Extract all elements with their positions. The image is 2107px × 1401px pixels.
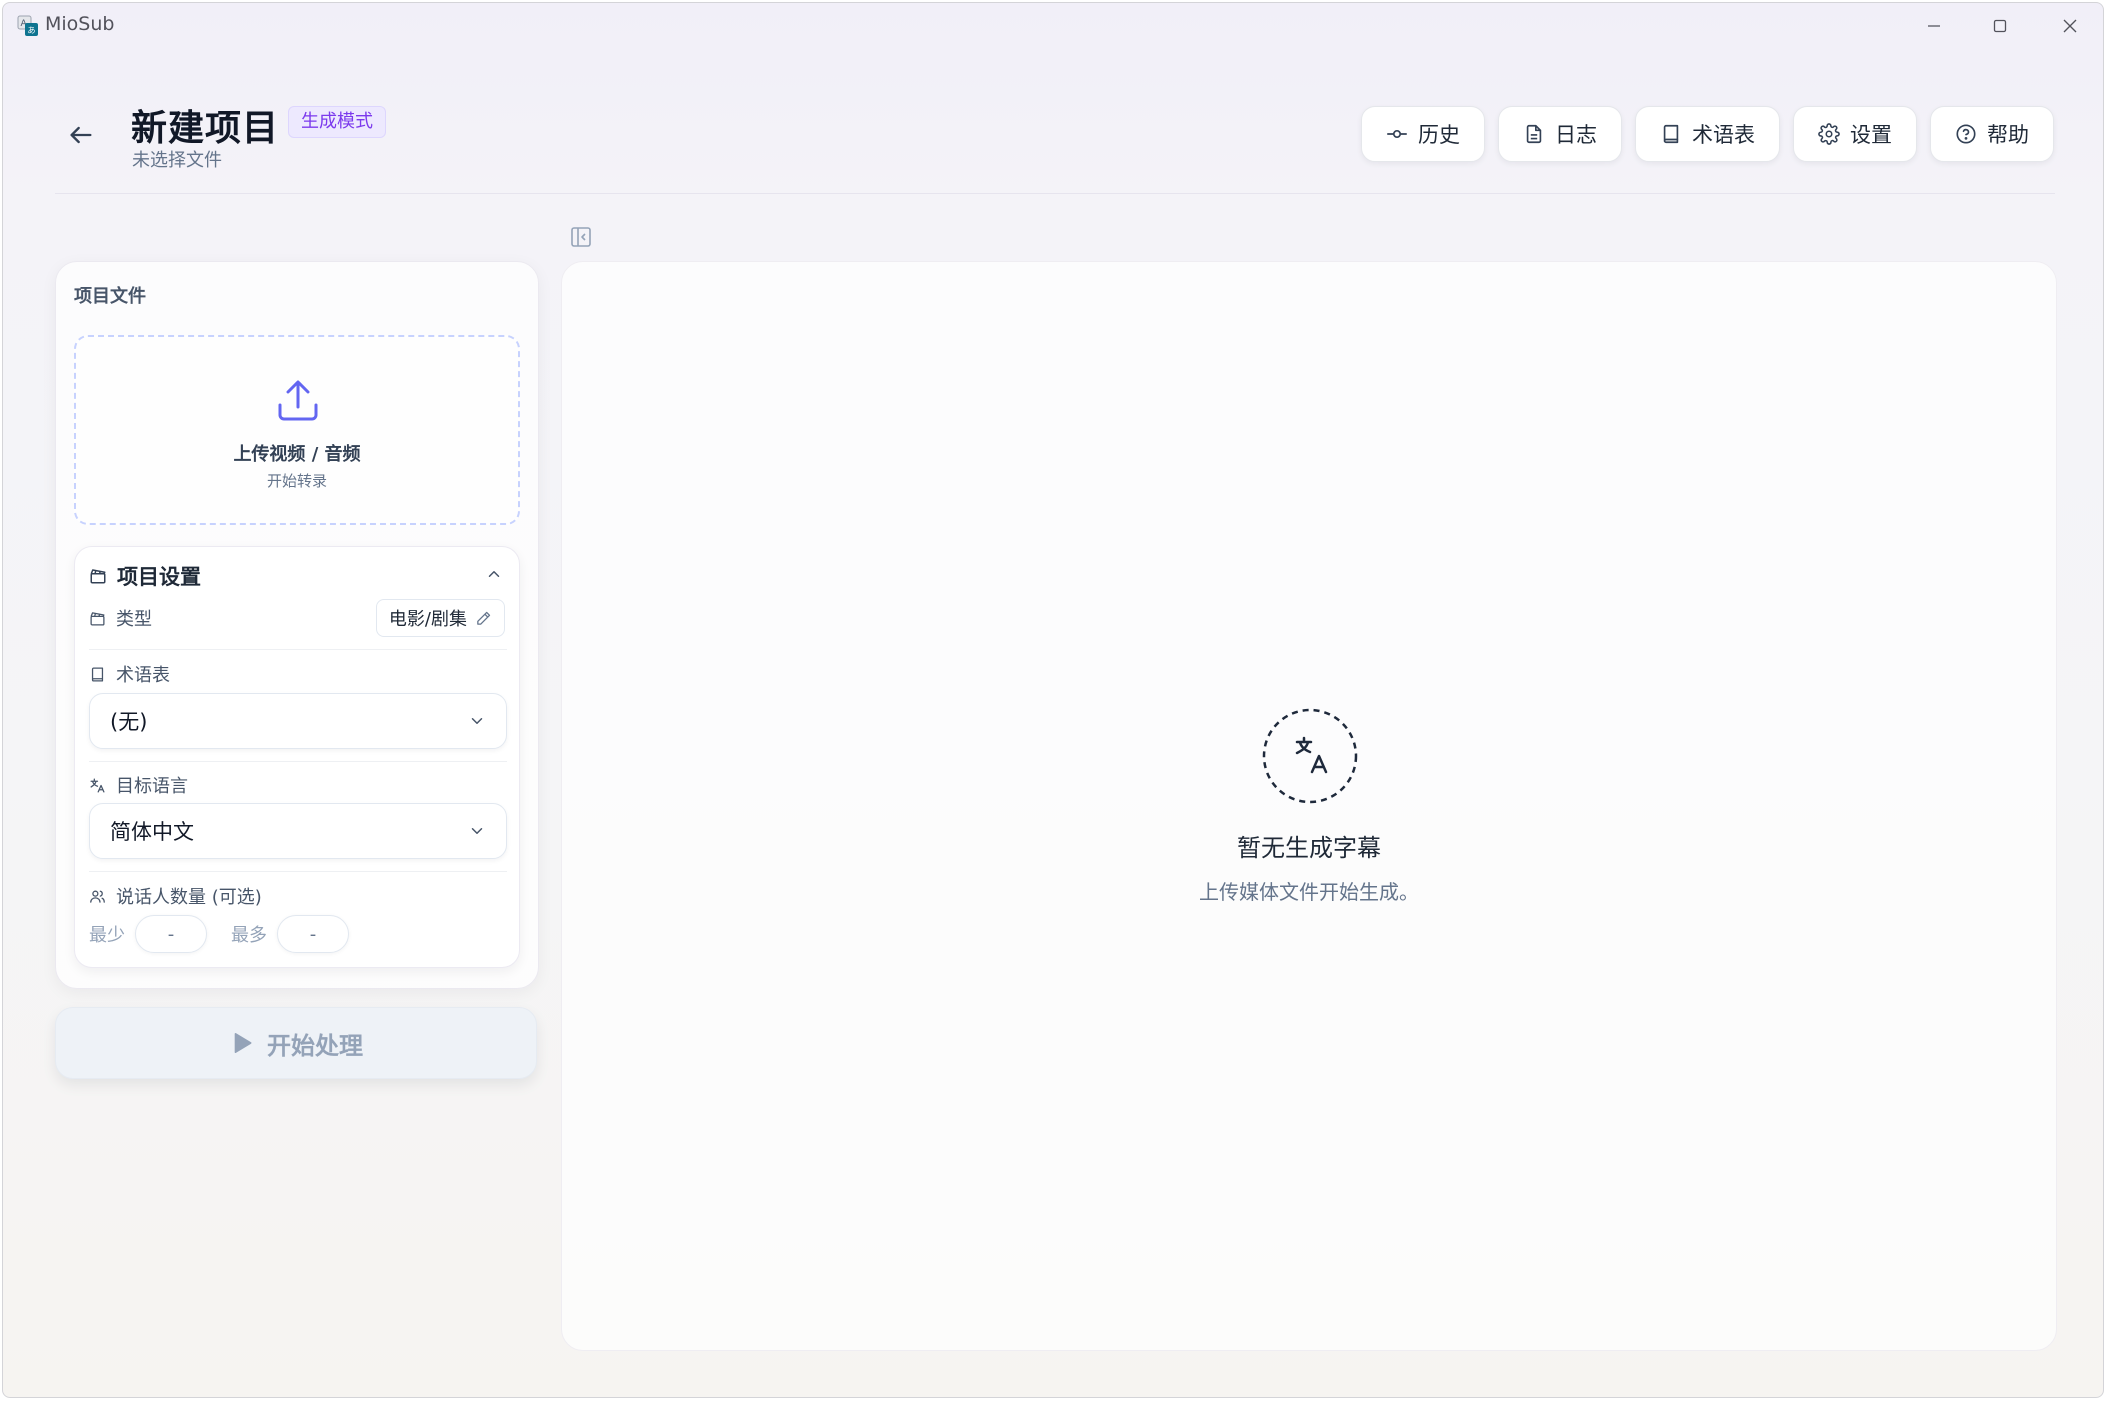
start-processing-button[interactable]: 开始处理 xyxy=(55,1007,537,1079)
max-speakers-label: 最多 xyxy=(231,925,267,946)
type-field-label: 类型 xyxy=(89,605,152,631)
subtitle-workspace: 暂无生成字幕 上传媒体文件开始生成。 xyxy=(561,261,2057,1351)
min-speakers-input[interactable] xyxy=(135,915,207,953)
empty-state-title: 暂无生成字幕 xyxy=(1237,834,1381,862)
title-bar: A あ MioSub xyxy=(3,3,2103,49)
glossary-field-label: 术语表 xyxy=(89,661,170,687)
maximize-icon xyxy=(1993,19,2007,33)
log-button[interactable]: 日志 xyxy=(1498,106,1622,162)
settings-button[interactable]: 设置 xyxy=(1793,106,1917,162)
page-subtitle: 未选择文件 xyxy=(132,150,222,171)
settings-label: 设置 xyxy=(1850,123,1892,147)
target-language-select[interactable]: 简体中文 xyxy=(89,803,507,859)
help-circle-icon xyxy=(1956,124,1976,144)
project-settings-header[interactable]: 项目设置 xyxy=(89,561,201,591)
page-title: 新建项目 xyxy=(131,108,280,149)
chevron-down-icon xyxy=(471,718,483,724)
app-window: A あ MioSub 新建项目 生成模式 未选择文件 历史 日志 术语表 设置 … xyxy=(2,2,2104,1398)
row-divider xyxy=(89,649,507,650)
project-settings-card: 项目设置 类型 电影/剧集 术语表 (无) 目标语言 简体中文 说话人数量 (可… xyxy=(74,546,520,968)
row-divider xyxy=(89,761,507,762)
glossary-selected-value: (无) xyxy=(110,710,148,734)
max-speakers-input[interactable] xyxy=(277,915,349,953)
minimize-icon xyxy=(1928,25,1940,27)
target-language-label: 目标语言 xyxy=(116,776,188,797)
speaker-count-row: 最少 最多 xyxy=(89,915,349,953)
app-logo-icon: A あ xyxy=(17,15,38,36)
users-icon xyxy=(90,890,105,903)
book-icon xyxy=(91,666,104,682)
type-value: 电影/剧集 xyxy=(388,609,467,630)
maximize-button[interactable] xyxy=(1965,3,2035,49)
min-speakers-label: 最少 xyxy=(89,925,125,946)
help-label: 帮助 xyxy=(1987,123,2029,147)
history-button[interactable]: 历史 xyxy=(1361,106,1485,162)
glossary-label: 术语表 xyxy=(1692,123,1755,147)
clapperboard-icon xyxy=(90,569,106,584)
speaker-count-label: 说话人数量 (可选) xyxy=(116,887,262,908)
empty-state-subtitle: 上传媒体文件开始生成。 xyxy=(1199,880,1419,904)
type-label: 类型 xyxy=(116,609,152,630)
upload-subtitle: 开始转录 xyxy=(266,472,327,490)
gear-icon xyxy=(1818,123,1840,145)
close-icon xyxy=(2063,19,2077,33)
row-divider xyxy=(89,871,507,872)
chevron-up-icon[interactable] xyxy=(485,565,503,583)
sidebar-collapse-icon[interactable] xyxy=(569,225,593,249)
header-divider xyxy=(55,193,2055,194)
close-button[interactable] xyxy=(2035,3,2103,49)
type-edit-button[interactable]: 电影/剧集 xyxy=(375,599,505,637)
upload-dropzone[interactable]: 上传视频 / 音频 开始转录 xyxy=(74,335,520,525)
project-files-panel: 项目文件 上传视频 / 音频 开始转录 项目设置 类型 电影/剧集 术语表 (无… xyxy=(55,261,539,989)
glossary-button[interactable]: 术语表 xyxy=(1635,106,1780,162)
book-icon xyxy=(1663,124,1679,144)
pencil-icon xyxy=(477,611,491,625)
target-language-value: 简体中文 xyxy=(110,820,194,844)
commit-icon xyxy=(1387,129,1407,139)
chevron-down-icon xyxy=(471,828,483,834)
upload-icon xyxy=(278,380,318,421)
window-title: MioSub xyxy=(45,13,115,35)
project-files-title: 项目文件 xyxy=(74,286,146,307)
translate-icon xyxy=(90,777,105,793)
mode-badge: 生成模式 xyxy=(288,106,386,138)
history-label: 历史 xyxy=(1418,123,1460,147)
back-button[interactable] xyxy=(65,119,97,151)
play-icon xyxy=(234,1032,252,1054)
minimize-button[interactable] xyxy=(1899,3,1969,49)
glossary-select[interactable]: (无) xyxy=(89,693,507,749)
log-label: 日志 xyxy=(1555,123,1597,147)
glossary-field-text: 术语表 xyxy=(116,665,170,686)
header-toolbar: 历史 日志 术语表 设置 帮助 xyxy=(1361,106,2054,162)
arrow-left-icon xyxy=(70,126,92,144)
file-text-icon xyxy=(1526,124,1542,144)
speaker-count-field-label: 说话人数量 (可选) xyxy=(89,883,262,909)
clapperboard-icon xyxy=(90,611,105,626)
upload-title: 上传视频 / 音频 xyxy=(233,444,361,465)
translate-icon xyxy=(1262,708,1358,804)
start-processing-label: 开始处理 xyxy=(267,1031,363,1060)
help-button[interactable]: 帮助 xyxy=(1930,106,2054,162)
project-settings-title: 项目设置 xyxy=(117,565,201,589)
svg-text:あ: あ xyxy=(28,26,36,35)
target-language-field-label: 目标语言 xyxy=(89,772,188,798)
